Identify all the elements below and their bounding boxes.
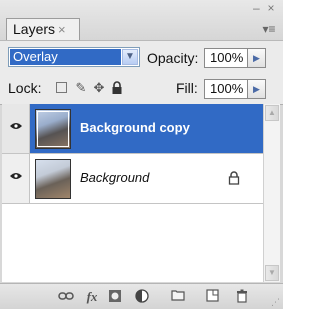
scroll-up-icon[interactable]: ▲: [265, 105, 279, 121]
chevron-down-icon[interactable]: ▼: [122, 49, 138, 65]
blend-mode-select[interactable]: Overlay ▼: [8, 47, 140, 67]
lock-position-icon[interactable]: ✥: [92, 81, 106, 95]
tab-close-icon[interactable]: ×: [58, 22, 66, 37]
visibility-toggle[interactable]: [2, 154, 30, 203]
tab-layers[interactable]: Layers ×: [6, 18, 80, 40]
tab-label: Layers: [13, 21, 56, 37]
visibility-toggle[interactable]: [2, 104, 30, 153]
layers-scrollbar[interactable]: ▲ ▼: [263, 104, 280, 282]
fill-field[interactable]: 100%: [204, 79, 248, 99]
lock-transparent-pixels-icon[interactable]: [56, 82, 67, 93]
lock-image-pixels-icon[interactable]: ✎: [74, 81, 88, 95]
add-mask-icon[interactable]: [107, 289, 123, 305]
adjustment-layer-icon[interactable]: [134, 289, 150, 305]
resize-grip-icon[interactable]: ⋰: [271, 297, 281, 307]
panel-header: Layers × – × ▾≡: [0, 0, 283, 40]
blend-row: Overlay ▼ Opacity: 100% ▶: [0, 40, 283, 75]
scroll-down-icon[interactable]: ▼: [265, 265, 279, 281]
layer-thumbnail: [35, 109, 71, 149]
new-layer-icon[interactable]: [204, 289, 220, 305]
close-icon[interactable]: ×: [265, 2, 277, 14]
lock-label: Lock:: [8, 80, 42, 96]
layer-row-background-copy[interactable]: Background copy: [2, 104, 263, 154]
layers-panel: Layers × – × ▾≡ Overlay ▼ Opacity: 100% ▶…: [0, 0, 283, 309]
lock-all-icon[interactable]: [110, 81, 124, 95]
delete-icon[interactable]: [234, 289, 250, 305]
fill-label: Fill:: [176, 80, 198, 96]
eye-icon: [10, 123, 22, 129]
eye-icon: [10, 173, 22, 179]
minimize-icon[interactable]: –: [253, 2, 263, 14]
panel-menu-icon[interactable]: ▾≡: [260, 22, 278, 36]
fill-slider-arrow-icon[interactable]: ▶: [248, 79, 266, 99]
link-layers-icon[interactable]: [58, 289, 74, 305]
layer-row-background[interactable]: Background: [2, 154, 263, 204]
lock-icon: [228, 171, 240, 185]
blend-mode-value: Overlay: [10, 49, 121, 65]
opacity-slider-arrow-icon[interactable]: ▶: [248, 48, 266, 68]
layers-toolbar: fx ⋰: [0, 283, 283, 309]
opacity-field[interactable]: 100%: [204, 48, 248, 68]
opacity-label: Opacity:: [147, 50, 199, 66]
layer-name[interactable]: Background copy: [80, 120, 190, 135]
lock-row: Lock: ✎ ✥ Fill: 100% ▶: [0, 74, 283, 105]
new-group-icon[interactable]: [170, 289, 186, 305]
layers-list: Background copy Background: [2, 104, 263, 282]
fx-icon[interactable]: fx: [84, 289, 100, 305]
layer-thumbnail: [35, 159, 71, 199]
layer-name[interactable]: Background: [80, 170, 149, 185]
